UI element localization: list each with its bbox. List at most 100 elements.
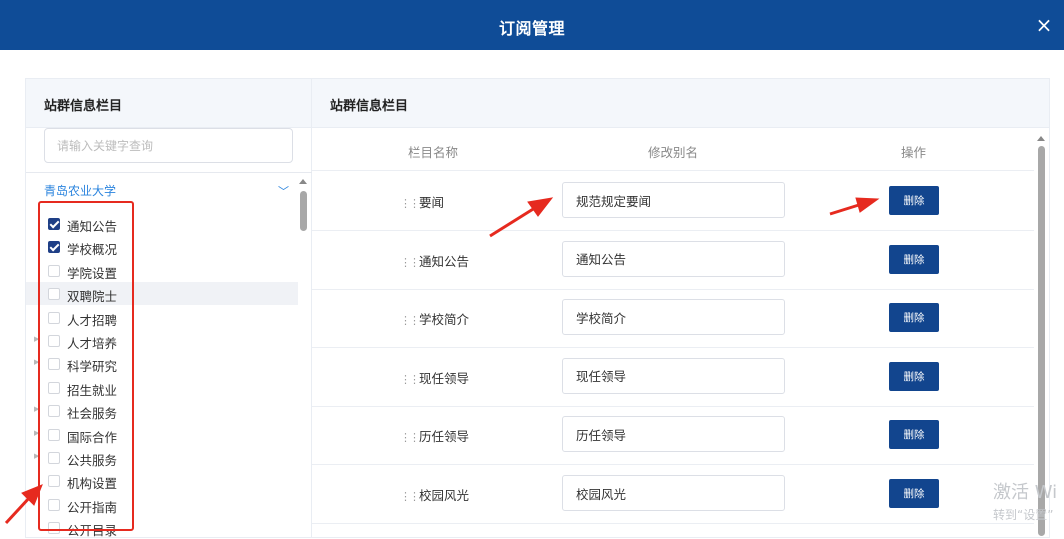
delete-button[interactable]: 删除 [889,479,939,508]
tree-item-label: 科学研究 [67,359,118,375]
tree-item-checkbox[interactable] [48,405,60,418]
left-panel: 站群信息栏目 青岛农业大学 ﹀ 通知公告学校概况学院设置双聘院士人才招聘 ▶ 人才培… [25,78,313,539]
drag-handle-icon[interactable]: ⋮⋮ [400,373,420,386]
modal-header: 订阅管理 × [0,0,1064,50]
tree-item[interactable]: ▶ 公共服务 [26,446,298,469]
tree-item-label: 人才招聘 [67,312,118,328]
delete-button[interactable]: 删除 [889,303,939,333]
right-panel-header: 站群信息栏目 [312,79,1049,128]
expand-icon[interactable]: ▶ [34,358,39,366]
close-icon[interactable]: × [1032,13,1056,37]
table-row: ⋮⋮要闻 删除 [312,172,1034,231]
column-header-action: 操作 [901,145,927,160]
scroll-up-icon[interactable] [1037,136,1045,141]
tree-item-label: 机构设置 [67,476,118,492]
tree-item-checkbox[interactable] [48,452,60,464]
table-row: ⋮⋮现任领导 删除 [312,348,1034,407]
tree-item[interactable]: 机构设置 [26,469,298,492]
tree-item-checkbox[interactable] [48,428,60,441]
search-input[interactable] [44,128,293,163]
tree-item[interactable]: 学校概况 [26,235,298,258]
column-name-cell: ⋮⋮校园风光 [400,485,469,504]
alias-input[interactable] [562,357,785,394]
tree-item[interactable]: 学院设置 [26,259,298,282]
tree-item-checkbox[interactable] [48,522,60,535]
tree-item[interactable]: ▶ 国际合作 [26,423,298,446]
column-name-text: 要闻 [419,195,445,210]
left-scrollbar[interactable] [296,177,310,537]
right-panel: 站群信息栏目 栏目名称 修改别名 操作 ⋮⋮要闻删除⋮⋮通知公告删除⋮⋮学校简介… [312,78,1050,538]
column-name-cell: ⋮⋮通知公告 [400,251,469,270]
column-name-text: 通知公告 [419,253,470,269]
column-name-text: 现任领导 [419,370,470,386]
tree-item[interactable]: ▶ 人才培养 [26,329,298,352]
column-header-alias: 修改别名 [648,145,699,160]
tree-item[interactable]: 公开指南 [26,493,298,516]
tree-item-checkbox[interactable] [48,288,60,301]
divider [26,172,313,173]
table-row: ⋮⋮通知公告 删除 [312,231,1034,290]
alias-input[interactable] [562,416,785,453]
delete-button[interactable]: 删除 [889,420,939,450]
tree-item-label: 公共服务 [67,453,118,468]
drag-handle-icon[interactable]: ⋮⋮ [400,314,420,327]
tree-item-label: 国际合作 [67,429,118,445]
tree-item-label: 招生就业 [67,382,118,398]
expand-icon[interactable]: ▶ [34,429,39,437]
column-name-cell: ⋮⋮要闻 [400,192,444,211]
drag-handle-icon[interactable]: ⋮⋮ [400,197,420,210]
drag-handle-icon[interactable]: ⋮⋮ [400,256,420,269]
tree-item-checkbox[interactable] [48,498,60,511]
tree-item-checkbox[interactable] [48,475,60,488]
left-panel-title: 站群信息栏目 [44,99,123,114]
tree-item-label: 双聘院士 [67,289,118,305]
expand-icon[interactable]: ▶ [34,405,39,413]
table-header: 栏目名称 修改别名 操作 [312,128,1034,171]
alias-input[interactable] [562,182,785,218]
right-panel-title: 站群信息栏目 [330,99,409,114]
tree-item[interactable]: 人才招聘 [26,306,298,329]
alias-input[interactable] [562,299,785,336]
scroll-up-icon[interactable] [299,179,307,184]
tree-item-checkbox[interactable] [48,264,60,277]
tree-item[interactable]: ▶ 科学研究 [26,352,298,375]
column-name-cell: ⋮⋮历任领导 [400,426,469,445]
scrollbar-thumb[interactable] [300,191,307,231]
tree-item-checkbox[interactable] [48,241,60,254]
tree-root-label[interactable]: 青岛农业大学 [44,182,116,199]
column-header-name: 栏目名称 [408,145,459,160]
left-panel-header: 站群信息栏目 [26,79,311,128]
tree-item-label: 人才培养 [67,336,118,351]
table-row: ⋮⋮学校简介 删除 [312,289,1034,349]
delete-button[interactable]: 删除 [889,361,939,391]
tree-item[interactable]: 公开目录 [26,516,298,539]
tree-item-label: 公开指南 [67,499,118,515]
tree-item[interactable]: ▶ 社会服务 [26,399,298,422]
column-name-text: 校园风光 [419,488,470,503]
tree-item[interactable]: 双聘院士 [26,282,298,306]
activation-watermark: 激活 Wi 转到“设置” [993,478,1057,523]
tree-item-checkbox[interactable] [48,381,60,394]
tree-item-label: 通知公告 [67,219,118,234]
expand-icon[interactable]: ▶ [34,452,39,460]
alias-input[interactable] [562,240,785,277]
tree-item[interactable]: 招生就业 [26,376,298,399]
tree-item[interactable]: 通知公告 [26,212,298,235]
tree-item-checkbox[interactable] [48,335,60,347]
tree-item-checkbox[interactable] [48,358,60,371]
tree-item-label: 学校概况 [67,242,118,258]
tree-item-checkbox[interactable] [48,311,60,324]
column-name-cell: ⋮⋮学校简介 [400,309,469,328]
delete-button[interactable]: 删除 [889,186,939,215]
expand-icon[interactable]: ▶ [34,335,39,343]
chevron-down-icon[interactable]: ﹀ [278,183,289,199]
tree-item-label: 社会服务 [67,406,118,422]
drag-handle-icon[interactable]: ⋮⋮ [400,490,420,503]
modal-title: 订阅管理 [498,19,565,38]
column-name-cell: ⋮⋮现任领导 [400,368,469,387]
watermark-line1: 激活 Wi [993,482,1058,503]
drag-handle-icon[interactable]: ⋮⋮ [400,431,420,444]
delete-button[interactable]: 删除 [889,244,939,274]
tree-item-checkbox[interactable] [48,218,60,230]
alias-input[interactable] [562,475,785,511]
